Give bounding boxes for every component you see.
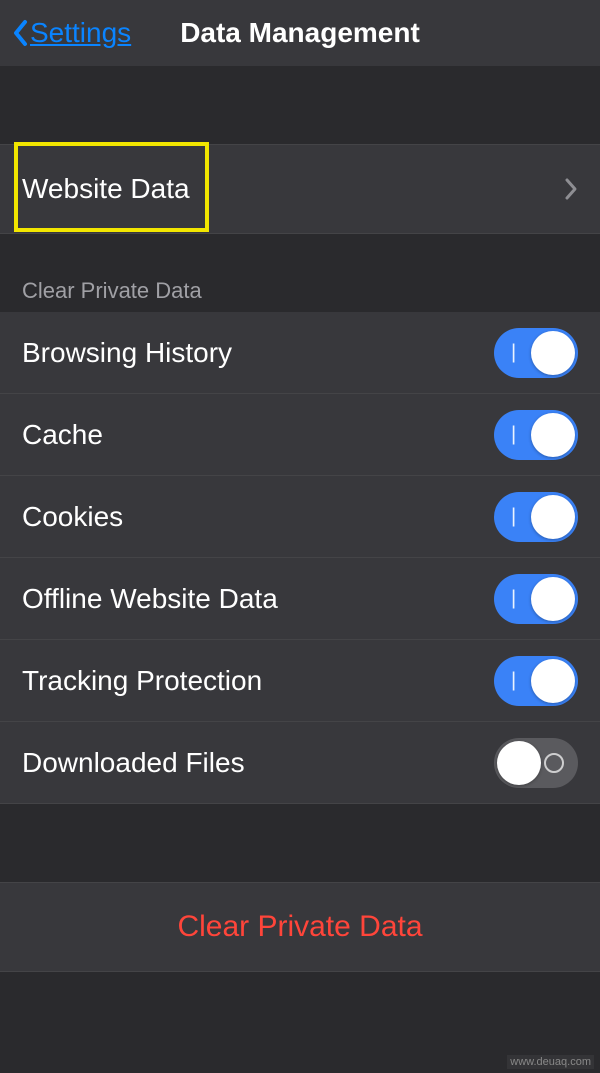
website-data-row[interactable]: Website Data — [0, 144, 600, 234]
toggle-row: Downloaded Files — [0, 722, 600, 804]
spacer — [0, 66, 600, 144]
toggle-label: Downloaded Files — [22, 747, 245, 779]
toggle-knob — [531, 413, 575, 457]
toggle-label: Tracking Protection — [22, 665, 262, 697]
back-label: Settings — [30, 17, 131, 49]
toggle-knob — [531, 495, 575, 539]
toggle-switch[interactable] — [494, 574, 578, 624]
toggle-label: Cache — [22, 419, 103, 451]
toggle-row: Cache — [0, 394, 600, 476]
toggle-label: Browsing History — [22, 337, 232, 369]
clear-private-data-list: Browsing History Cache Cookies Offline Webs… — [0, 312, 600, 804]
toggle-knob — [531, 331, 575, 375]
nav-header: Settings Data Management — [0, 0, 600, 66]
toggle-switch[interactable] — [494, 738, 578, 788]
toggle-knob — [497, 741, 541, 785]
toggle-knob — [531, 659, 575, 703]
toggle-switch[interactable] — [494, 656, 578, 706]
back-button[interactable]: Settings — [12, 17, 131, 49]
toggle-row: Browsing History — [0, 312, 600, 394]
toggle-row: Tracking Protection — [0, 640, 600, 722]
watermark: www.deuaq.com — [507, 1055, 594, 1069]
toggle-label: Cookies — [22, 501, 123, 533]
toggle-switch[interactable] — [494, 328, 578, 378]
chevron-left-icon — [12, 19, 28, 47]
page-title: Data Management — [180, 17, 420, 49]
toggle-switch[interactable] — [494, 410, 578, 460]
clear-button-label: Clear Private Data — [177, 910, 422, 944]
toggle-switch[interactable] — [494, 492, 578, 542]
chevron-right-icon — [564, 177, 578, 201]
spacer — [0, 804, 600, 882]
toggle-label: Offline Website Data — [22, 583, 278, 615]
website-data-label: Website Data — [22, 173, 190, 205]
clear-private-data-button[interactable]: Clear Private Data — [0, 882, 600, 972]
spacer — [0, 234, 600, 272]
toggle-knob — [531, 577, 575, 621]
section-header-clear: Clear Private Data — [0, 272, 600, 312]
toggle-row: Offline Website Data — [0, 558, 600, 640]
toggle-row: Cookies — [0, 476, 600, 558]
